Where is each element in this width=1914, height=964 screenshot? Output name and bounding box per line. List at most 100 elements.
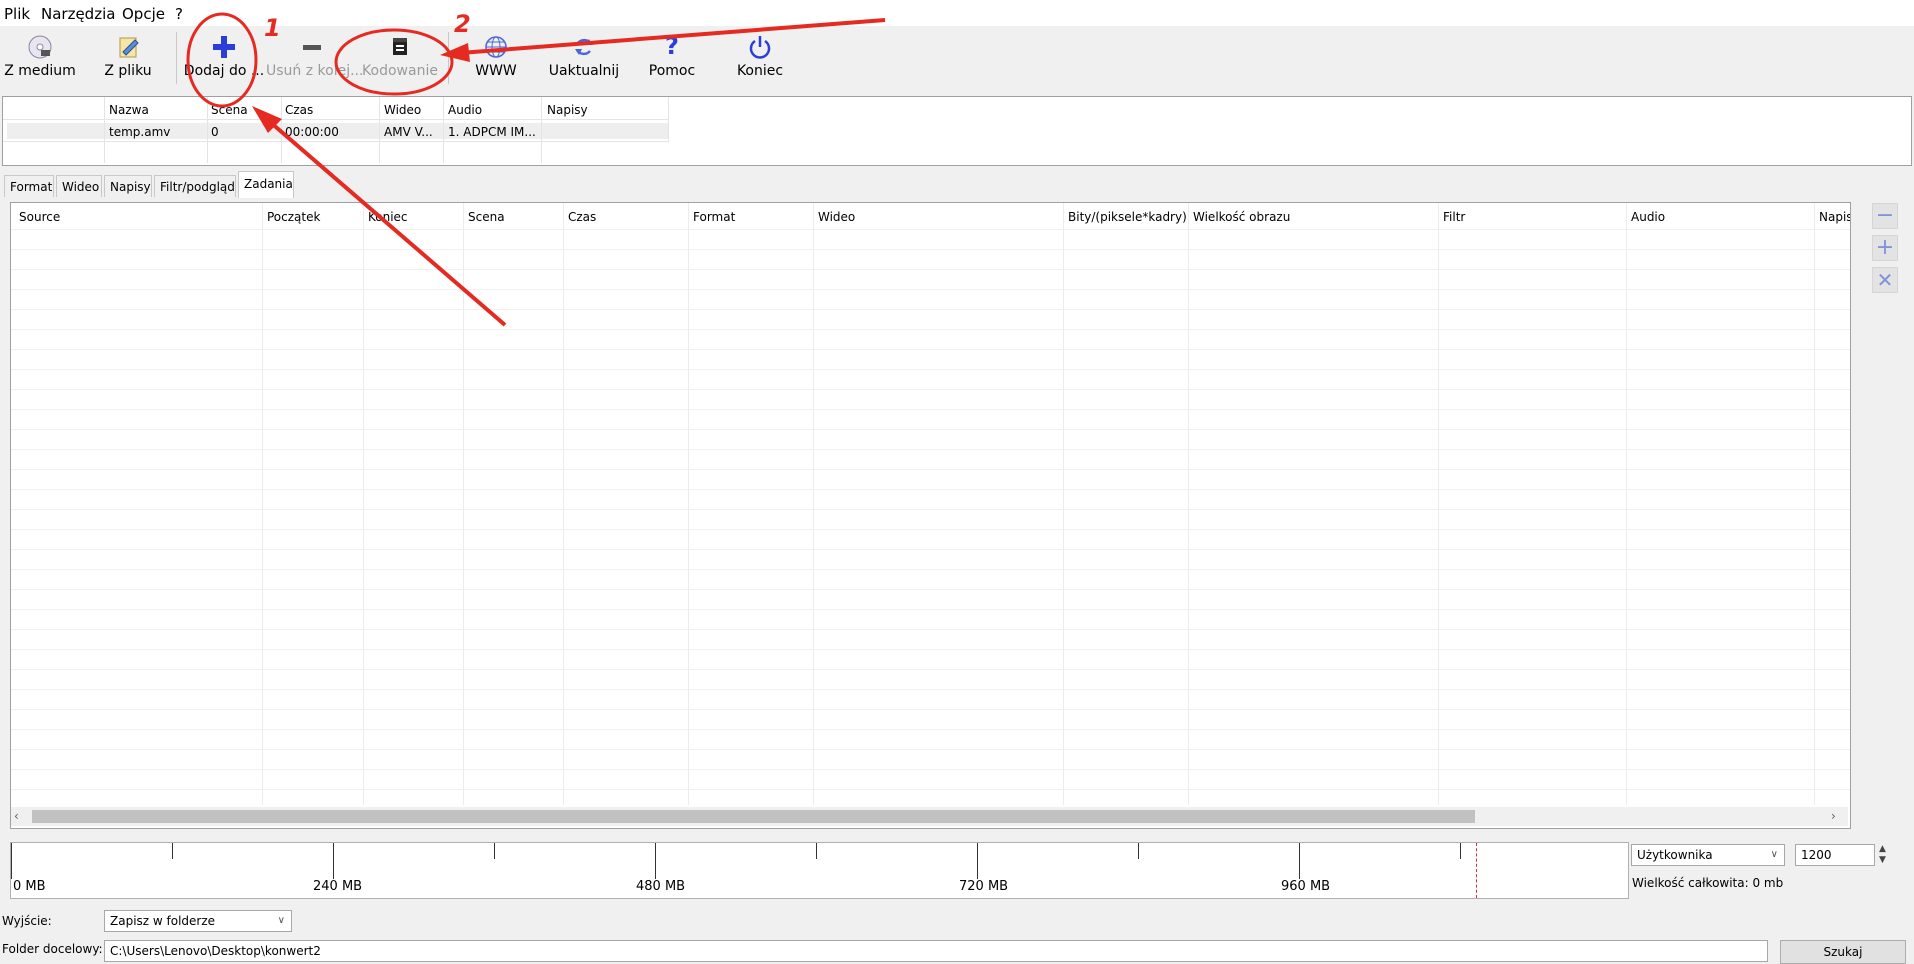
minus-icon: −	[1875, 203, 1895, 228]
file-edit-icon	[115, 34, 141, 63]
size-spinner[interactable]: ▲ ▼	[1877, 844, 1891, 866]
jobs-header-napisy[interactable]: Napisy	[1819, 210, 1850, 224]
size-mode-select[interactable]: Użytkownika ∨	[1631, 844, 1785, 866]
size-value-input[interactable]: 1200	[1795, 844, 1875, 866]
table-row-divider	[11, 249, 1850, 250]
table-row-divider	[11, 289, 1850, 290]
encoding-button[interactable]: Kodowanie	[356, 26, 444, 86]
refresh-icon	[571, 34, 597, 63]
folder-path-input[interactable]: C:\Users\Lenovo\Desktop\konwert2	[104, 940, 1768, 962]
table-row-divider	[11, 329, 1850, 330]
toolbar: Z medium Z pliku Dodaj do ... Usuń z kol…	[0, 26, 1914, 90]
table-row-divider	[11, 549, 1850, 550]
size-label-720: 720 MB	[959, 879, 1009, 894]
table-row-divider	[11, 389, 1850, 390]
output-mode-select[interactable]: Zapisz w folderze ∨	[104, 910, 292, 932]
jobs-header-poczatek[interactable]: Początek	[267, 210, 320, 224]
power-icon	[747, 34, 773, 63]
cell-nazwa: temp.amv	[109, 125, 171, 139]
col-header-scena[interactable]: Scena	[211, 103, 248, 117]
table-row-divider	[11, 309, 1850, 310]
col-header-audio[interactable]: Audio	[448, 103, 482, 117]
jobs-header-bity[interactable]: Bity/(piksele*kadry)	[1068, 210, 1187, 224]
table-row-divider	[11, 409, 1850, 410]
spin-up-icon[interactable]: ▲	[1879, 844, 1886, 854]
menu-help[interactable]: ?	[175, 5, 183, 23]
jobs-header-wideo[interactable]: Wideo	[818, 210, 855, 224]
scrollbar-thumb[interactable]	[32, 810, 1475, 823]
horizontal-scrollbar[interactable]: ‹ ›	[11, 807, 1848, 826]
size-label-480: 480 MB	[636, 879, 686, 894]
jobs-header-audio[interactable]: Audio	[1631, 210, 1665, 224]
www-button[interactable]: WWW	[460, 26, 532, 86]
toolbar-separator	[176, 32, 177, 84]
from-file-button[interactable]: Z pliku	[92, 26, 164, 86]
spin-down-icon[interactable]: ▼	[1879, 855, 1886, 865]
table-row-divider	[11, 529, 1850, 530]
jobs-header-scena[interactable]: Scena	[468, 210, 505, 224]
table-row-divider	[11, 769, 1850, 770]
scroll-right-icon[interactable]: ›	[1831, 809, 1836, 823]
size-tick	[11, 843, 12, 879]
cell-audio: 1. ADPCM IM...	[448, 125, 536, 139]
help-button[interactable]: ? Pomoc	[636, 26, 708, 86]
col-header-wideo[interactable]: Wideo	[384, 103, 421, 117]
size-tick	[1299, 843, 1300, 879]
size-label-240: 240 MB	[313, 879, 363, 894]
tab-filtr-podglad[interactable]: Filtr/podgląd	[154, 175, 236, 197]
table-row-divider	[11, 729, 1850, 730]
size-tick	[816, 843, 817, 859]
jobs-header-czas[interactable]: Czas	[568, 210, 596, 224]
close-icon: ✕	[1876, 268, 1894, 292]
menu-narzedzia[interactable]: Narzędzia	[41, 5, 115, 23]
table-row-divider	[11, 349, 1850, 350]
table-row-divider	[11, 369, 1850, 370]
table-row-divider	[11, 649, 1850, 650]
col-header-nazwa[interactable]: Nazwa	[109, 103, 149, 117]
jobs-header-source[interactable]: Source	[19, 210, 60, 224]
size-tick	[977, 843, 978, 879]
jobs-header-format[interactable]: Format	[693, 210, 735, 224]
add-job-button[interactable]: +	[1872, 235, 1898, 261]
col-header-czas[interactable]: Czas	[285, 103, 313, 117]
tab-format[interactable]: Format	[4, 175, 54, 197]
cell-scena: 0	[211, 125, 219, 139]
jobs-header-koniec[interactable]: Koniec	[368, 210, 408, 224]
col-header-napisy[interactable]: Napisy	[547, 103, 588, 117]
tab-wideo[interactable]: Wideo	[56, 175, 102, 197]
jobs-table: Source Początek Koniec Scena Czas Format…	[10, 202, 1851, 829]
add-to-queue-button[interactable]: Dodaj do ...	[182, 26, 266, 86]
jobs-header-filtr[interactable]: Filtr	[1443, 210, 1465, 224]
source-table: Nazwa Scena Czas Wideo Audio Napisy temp…	[2, 96, 1912, 166]
menu-plik[interactable]: Plik	[4, 5, 30, 23]
plus-icon: +	[1875, 235, 1895, 260]
scroll-left-icon[interactable]: ‹	[14, 809, 19, 823]
update-button[interactable]: Uaktualnij	[544, 26, 624, 86]
exit-button[interactable]: Koniec	[724, 26, 796, 86]
from-medium-button[interactable]: Z medium	[0, 26, 80, 86]
table-row-divider	[11, 629, 1850, 630]
tab-napisy[interactable]: Napisy	[104, 175, 152, 197]
search-folder-button[interactable]: Szukaj	[1780, 940, 1906, 964]
tab-zadania[interactable]: Zadania	[238, 171, 294, 198]
chevron-down-icon: ∨	[277, 915, 285, 926]
table-row-divider	[11, 269, 1850, 270]
jobs-header-wielkosc-obrazu[interactable]: Wielkość obrazu	[1193, 210, 1290, 224]
question-icon: ?	[659, 32, 685, 61]
table-row-divider	[11, 449, 1850, 450]
annotation-number-1: 1	[264, 14, 281, 42]
clear-jobs-button[interactable]: ✕	[1872, 267, 1898, 293]
size-tick	[494, 843, 495, 859]
svg-text:?: ?	[665, 32, 679, 58]
menu-opcje[interactable]: Opcje	[122, 5, 165, 23]
plus-icon	[211, 34, 237, 63]
table-row-divider	[11, 229, 1850, 230]
toolbar-separator	[448, 32, 449, 84]
cell-wideo: AMV V...	[384, 125, 433, 139]
remove-job-button[interactable]: −	[1872, 203, 1898, 229]
table-row-divider	[11, 689, 1850, 690]
size-bar: 0 MB 240 MB 480 MB 720 MB 960 MB	[10, 842, 1629, 899]
minus-icon	[299, 34, 325, 63]
size-label-0: 0 MB	[13, 879, 46, 894]
table-row-divider	[11, 709, 1850, 710]
